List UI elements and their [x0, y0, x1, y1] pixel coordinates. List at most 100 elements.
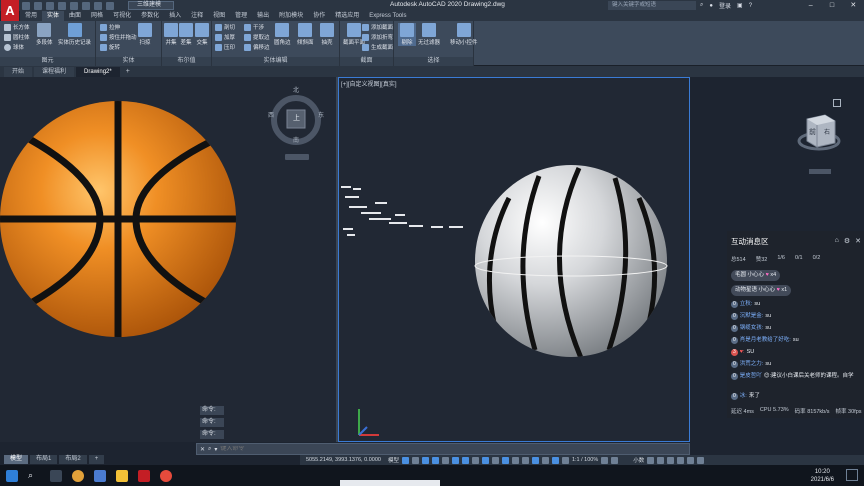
- lock-ui-icon[interactable]: [657, 456, 665, 464]
- subtract-button[interactable]: 差集: [179, 23, 193, 46]
- ribbon-tab[interactable]: 协作: [308, 11, 330, 21]
- compass-top-face[interactable]: 上: [293, 113, 300, 123]
- new-tab-button[interactable]: +: [122, 67, 134, 77]
- grid-icon[interactable]: [401, 456, 409, 464]
- chat-close-icon[interactable]: ✕: [855, 237, 861, 245]
- new-icon[interactable]: [22, 1, 30, 10]
- gizmo-icon[interactable]: [551, 456, 559, 464]
- settings-icon[interactable]: ⚙: [844, 237, 850, 245]
- ribbon-tab[interactable]: 参数化: [136, 11, 164, 21]
- plot-icon[interactable]: [82, 1, 90, 10]
- file-tab-start[interactable]: 开始: [4, 67, 33, 77]
- ribbon-tab[interactable]: 输出: [252, 11, 274, 21]
- coordinates[interactable]: 5055.2149, 3993.1376, 0.0000: [306, 457, 381, 463]
- viewcube-right-face[interactable]: 右: [824, 127, 830, 136]
- search-icon[interactable]: ⌕: [28, 470, 40, 482]
- lineweight-icon[interactable]: [491, 456, 499, 464]
- ribbon-tab[interactable]: 视图: [208, 11, 230, 21]
- isodraft-icon[interactable]: [461, 456, 469, 464]
- polysolid-button[interactable]: 多段体: [36, 23, 53, 46]
- help-icon[interactable]: ?: [749, 3, 752, 9]
- search-icon[interactable]: ⌕: [700, 2, 703, 9]
- ribbon-tab[interactable]: 附加模块: [274, 11, 308, 21]
- file-tab-course[interactable]: 课程福利: [34, 67, 75, 77]
- workspace-select[interactable]: 三维建模: [128, 1, 174, 10]
- union-button[interactable]: 并集: [164, 23, 178, 46]
- move-gizmo-button[interactable]: 移动小控件: [450, 23, 478, 46]
- autocad-icon[interactable]: [138, 470, 150, 482]
- hardware-accel-icon[interactable]: [677, 456, 685, 464]
- viewcube[interactable]: 前 右: [795, 99, 843, 175]
- interfere-button[interactable]: 干涉: [244, 23, 264, 31]
- close-command-icon[interactable]: ✕: [200, 446, 205, 453]
- ribbon-tab[interactable]: 注释: [186, 11, 208, 21]
- user-icon[interactable]: ●: [709, 3, 713, 9]
- object-snap-tracking-icon[interactable]: [471, 456, 479, 464]
- customize-icon[interactable]: [697, 456, 705, 464]
- minimize-icon[interactable]: –: [806, 1, 816, 10]
- culling-button[interactable]: 剔除: [398, 23, 416, 46]
- chat-username[interactable]: ♥:: [740, 349, 745, 355]
- workspace-icon[interactable]: [601, 456, 609, 464]
- save-icon[interactable]: [46, 1, 54, 10]
- chat-username[interactable]: 冰:: [740, 393, 747, 399]
- add-layout-button[interactable]: +: [88, 455, 105, 464]
- ribbon-tab[interactable]: 实体: [42, 11, 65, 21]
- save-as-icon[interactable]: [58, 1, 66, 10]
- chat-username[interactable]: 立秋:: [740, 301, 753, 307]
- chat-username[interactable]: 洪荒之力:: [740, 361, 764, 367]
- dynamic-ucs-icon[interactable]: [531, 456, 539, 464]
- clean-screen-icon[interactable]: [687, 456, 695, 464]
- task-view-icon[interactable]: [50, 470, 62, 482]
- extrude-button[interactable]: 拉伸: [100, 23, 120, 31]
- offset-edge-button[interactable]: 偏移边: [244, 43, 270, 51]
- cylinder-button[interactable]: 圆柱体: [4, 33, 30, 41]
- ribbon-tab[interactable]: 插入: [164, 11, 186, 21]
- model-space-toggle[interactable]: 模型: [388, 456, 399, 464]
- no-filter-button[interactable]: 无过滤器: [418, 23, 440, 46]
- search-input[interactable]: 键入关键字或短语: [608, 1, 696, 10]
- layout-tab-1[interactable]: 布局1: [30, 455, 58, 464]
- selection-cycling-icon[interactable]: [511, 456, 519, 464]
- shell-button[interactable]: 抽壳: [320, 23, 334, 46]
- ribbon-tab[interactable]: 常用: [20, 11, 42, 21]
- viewcube-front-face[interactable]: 前: [809, 127, 816, 137]
- chat-username[interactable]: 是皮哲吖: [740, 373, 762, 379]
- maximize-icon[interactable]: □: [827, 1, 837, 10]
- sweep-button[interactable]: 扫掠: [138, 23, 152, 46]
- wcs-menu[interactable]: [285, 154, 309, 160]
- solid-history-button[interactable]: 实体历史记录: [58, 23, 91, 46]
- chat-username[interactable]: 沉默是金:: [740, 313, 764, 319]
- ortho-icon[interactable]: [441, 456, 449, 464]
- app-icon[interactable]: [94, 470, 106, 482]
- ribbon-tab[interactable]: 精选应用: [330, 11, 364, 21]
- command-input[interactable]: [220, 446, 521, 452]
- chat-username[interactable]: 钢缆女孩:: [740, 325, 764, 331]
- transparency-icon[interactable]: [501, 456, 509, 464]
- taper-face-button[interactable]: 倾斜面: [297, 23, 314, 46]
- live-section-button[interactable]: 添加截面: [362, 23, 393, 31]
- file-tab-drawing2[interactable]: Drawing2*: [76, 67, 120, 77]
- notification-icon[interactable]: [846, 469, 858, 481]
- object-snap-icon[interactable]: [481, 456, 489, 464]
- viewport-right[interactable]: [338, 77, 690, 442]
- chat-username[interactable]: 肖是月老教给了好吃:: [740, 337, 791, 343]
- presspull-button[interactable]: 按住并拖动: [100, 33, 137, 41]
- revolve-button[interactable]: 旋转: [100, 43, 120, 51]
- fillet-edge-button[interactable]: 圆角边: [274, 23, 291, 46]
- viewport-controls-label[interactable]: [+][自定义视图][真实]: [341, 79, 397, 88]
- chrome-icon[interactable]: [72, 470, 84, 482]
- slice-button[interactable]: 剖切: [215, 23, 235, 31]
- recorder-icon[interactable]: [160, 470, 172, 482]
- sphere-button[interactable]: 球体: [4, 43, 24, 51]
- lock-icon[interactable]: ⌂: [835, 237, 839, 245]
- viewcube-compass[interactable]: 北 南 东 西 上: [267, 88, 325, 160]
- annotation-monitor-icon[interactable]: [611, 456, 619, 464]
- clock[interactable]: 10:20 2021/6/6: [811, 468, 834, 484]
- units[interactable]: 小数: [633, 456, 644, 464]
- ribbon-tab[interactable]: 可视化: [108, 11, 136, 21]
- selection-filter-icon[interactable]: [541, 456, 549, 464]
- layout-tab-model[interactable]: 模型: [4, 455, 29, 464]
- annotation-visibility-icon[interactable]: [561, 456, 569, 464]
- layout-tab-2[interactable]: 布局2: [59, 455, 87, 464]
